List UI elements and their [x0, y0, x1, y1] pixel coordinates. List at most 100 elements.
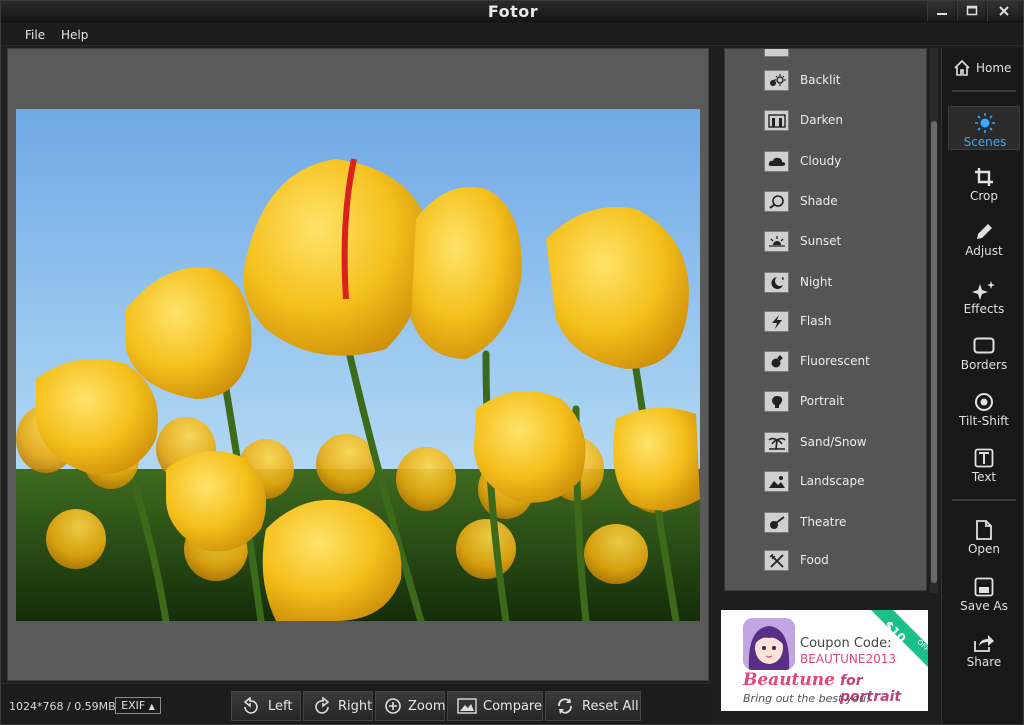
menu-bar: File Help [1, 24, 1023, 46]
nav-crop-label: Crop [969, 189, 998, 203]
landscape-icon [764, 471, 789, 492]
rotate-right-label: Right [338, 698, 373, 714]
backlit-icon [764, 70, 789, 91]
save-icon [948, 577, 1020, 597]
cloud-icon [764, 151, 789, 172]
maximize-icon [966, 5, 977, 16]
nav-scenes[interactable]: Scenes [948, 106, 1020, 150]
sunset-icon [764, 231, 789, 252]
right-sidebar: Home Scenes Crop Adjust Effects Borders … [941, 48, 1023, 724]
nav-home[interactable]: Home [948, 50, 1020, 94]
scene-item-fluorescent[interactable]: Fluorescent [725, 348, 926, 378]
zoom-icon [384, 696, 402, 716]
scene-label: Food [800, 553, 829, 567]
minimize-button[interactable] [927, 1, 955, 21]
scene-item-partial[interactable] [725, 49, 926, 63]
scene-item-cloudy[interactable]: Cloudy [725, 148, 926, 178]
scene-item-portrait[interactable]: Portrait [725, 388, 926, 418]
photo-preview[interactable] [16, 109, 700, 621]
nav-scenes-label: Scenes [963, 135, 1007, 149]
nav-borders-label: Borders [960, 358, 1008, 372]
scene-label: Flash [800, 314, 832, 328]
photo-canvas[interactable] [7, 48, 709, 681]
nav-open[interactable]: Open [948, 514, 1020, 558]
scene-item-sand-snow[interactable]: Sand/Snow [725, 429, 926, 459]
ad-brand: Beautune [743, 670, 835, 690]
scene-item-landscape[interactable]: Landscape [725, 468, 926, 498]
scene-item-theatre[interactable]: Theatre [725, 509, 926, 539]
image-info: 1024*768 / 0.59MB [9, 700, 116, 713]
scene-item-sunset[interactable]: Sunset [725, 228, 926, 258]
scene-item-darken[interactable]: Darken [725, 107, 926, 137]
title-bar[interactable]: Fotor [1, 1, 1023, 23]
nav-text[interactable]: Text [948, 442, 1020, 486]
scene-icon [764, 49, 789, 57]
moon-icon [764, 272, 789, 293]
scene-label: Backlit [800, 73, 841, 87]
nav-separator [952, 499, 1016, 501]
nav-open-label: Open [967, 542, 1001, 556]
compare-icon [456, 696, 477, 716]
nav-separator [952, 90, 1016, 92]
reset-all-label: Reset All [582, 698, 639, 714]
bottom-toolbar: 1024*768 / 0.59MB EXIF ▲ Left Right Zoom [1, 683, 711, 724]
scene-label: Theatre [800, 515, 847, 529]
maximize-button[interactable] [957, 1, 985, 21]
minimize-icon [936, 13, 947, 15]
ad-banner[interactable]: Coupon Code: BEAUTUNE2013 Beautune for p… [721, 610, 928, 711]
nav-borders[interactable]: Borders [948, 330, 1020, 374]
scene-item-backlit[interactable]: Backlit [725, 67, 926, 97]
palm-icon [764, 432, 789, 453]
scene-item-night[interactable]: Night [725, 269, 926, 299]
app-title: Fotor [487, 2, 539, 21]
nav-effects[interactable]: Effects [948, 274, 1020, 318]
tulip-photo [16, 109, 700, 621]
border-icon [948, 336, 1020, 356]
reset-icon [554, 696, 576, 716]
rotate-right-icon [312, 696, 332, 716]
darken-icon [764, 110, 789, 131]
close-button[interactable] [987, 1, 1019, 21]
app-window: Fotor File Help 1024*768 / 0.59MB EXIF ▲… [0, 0, 1024, 725]
rotate-left-label: Left [268, 698, 293, 714]
nav-save-as[interactable]: Save As [948, 571, 1020, 615]
nav-share-label: Share [966, 655, 1002, 669]
pencil-icon [948, 222, 1020, 242]
scene-label: Shade [800, 194, 838, 208]
sun-icon [949, 113, 1021, 133]
sparkle-icon [948, 280, 1020, 300]
scene-list[interactable]: Backlit Darken Cloudy Shade Sunset Night… [724, 48, 927, 591]
scene-scrollbar-thumb[interactable] [931, 121, 937, 583]
nav-home-label: Home [976, 61, 1012, 75]
rotate-left-button[interactable]: Left [231, 691, 301, 721]
scene-label: Portrait [800, 394, 845, 408]
scene-label: Sand/Snow [800, 435, 867, 449]
scene-item-food[interactable]: Food [725, 547, 926, 577]
nav-save-as-label: Save As [960, 599, 1008, 613]
reset-all-button[interactable]: Reset All [545, 691, 641, 721]
compare-label: Compare [483, 698, 542, 714]
scene-label: Cloudy [800, 154, 842, 168]
nav-adjust-label: Adjust [965, 244, 1003, 258]
text-icon [948, 448, 1020, 468]
exif-button[interactable]: EXIF ▲ [115, 697, 161, 714]
share-icon [948, 633, 1020, 653]
nav-tilt-shift-label: Tilt-Shift [959, 414, 1009, 428]
zoom-label: Zoom [408, 698, 446, 714]
rotate-right-button[interactable]: Right [303, 691, 373, 721]
zoom-button[interactable]: Zoom [375, 691, 445, 721]
nav-adjust[interactable]: Adjust [948, 216, 1020, 260]
nav-crop[interactable]: Crop [948, 161, 1020, 205]
ad-avatar [743, 618, 795, 670]
scene-item-shade[interactable]: Shade [725, 188, 926, 218]
compare-button[interactable]: Compare [447, 691, 543, 721]
scene-item-flash[interactable]: Flash [725, 308, 926, 338]
nav-share[interactable]: Share [948, 627, 1020, 671]
scene-label: Sunset [800, 234, 842, 248]
menu-file[interactable]: File [25, 28, 45, 42]
close-icon [998, 6, 1009, 16]
menu-help[interactable]: Help [61, 28, 88, 42]
scene-label: Night [800, 275, 833, 289]
target-icon [948, 392, 1020, 412]
nav-tilt-shift[interactable]: Tilt-Shift [948, 386, 1020, 430]
